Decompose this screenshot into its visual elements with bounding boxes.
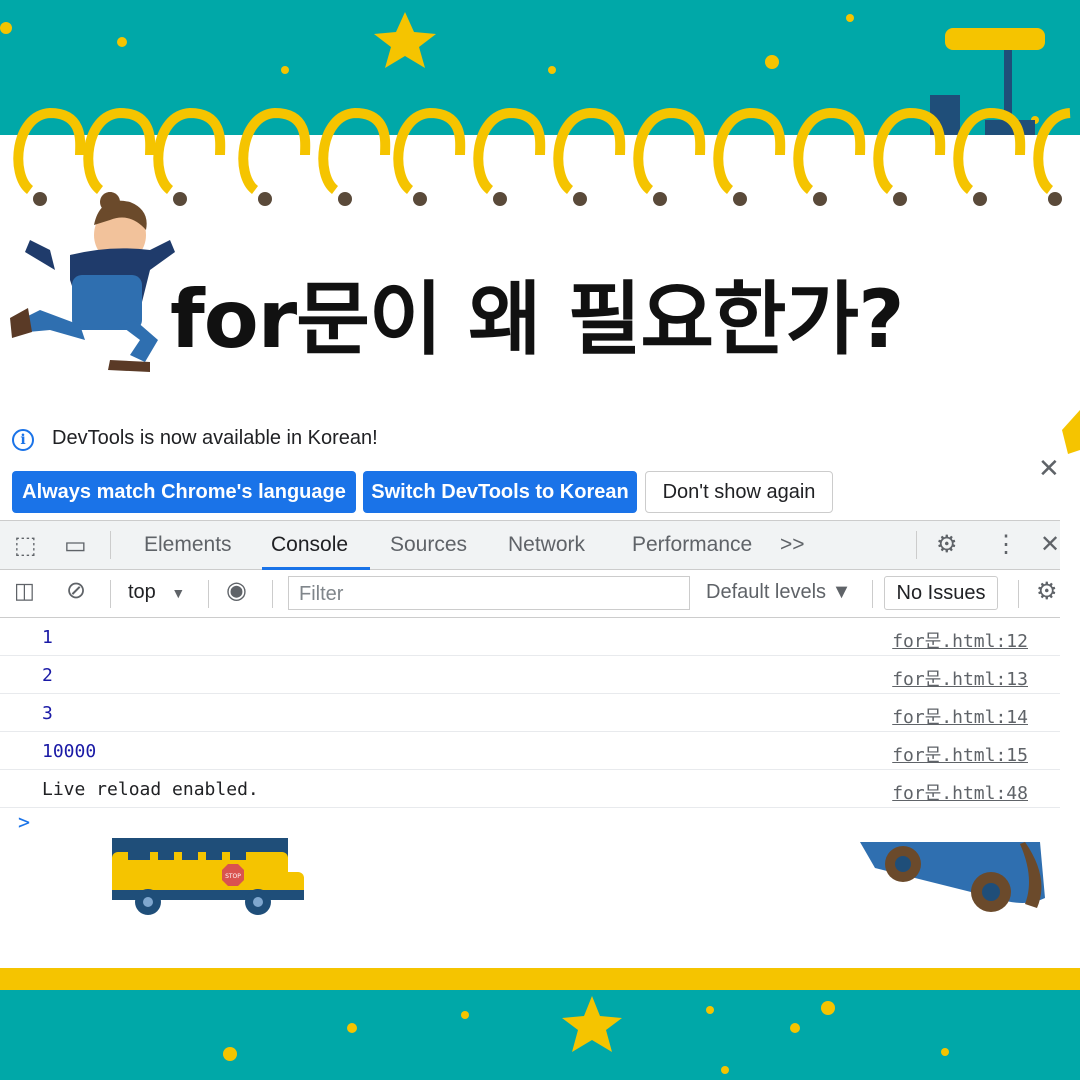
tab-performance[interactable]: Performance xyxy=(632,533,752,557)
close-icon[interactable]: ✕ xyxy=(1038,453,1060,484)
console-filterbar: ◫ ⊘ top ▼ ◉ Filter Default levels ▼ No I… xyxy=(0,570,1060,618)
console-prompt-icon[interactable]: > xyxy=(18,810,30,834)
star-icon xyxy=(562,996,622,1052)
eye-icon[interactable]: ◉ xyxy=(226,576,247,605)
close-devtools-icon[interactable]: ✕ xyxy=(1040,530,1060,559)
console-row: 3 for문.html:14 xyxy=(0,694,1060,732)
more-tabs-chevron-icon[interactable]: >> xyxy=(780,533,805,557)
log-value: 3 xyxy=(42,703,53,724)
more-options-icon[interactable]: ⋮ xyxy=(994,530,1018,559)
source-link[interactable]: for문.html:13 xyxy=(892,665,1028,691)
source-link[interactable]: for문.html:14 xyxy=(892,703,1028,729)
console-row: 2 for문.html:13 xyxy=(0,656,1060,694)
log-value: 1 xyxy=(42,627,53,648)
device-toolbar-icon[interactable]: ▭ xyxy=(64,531,87,560)
dropdown-arrow-icon: ▼ xyxy=(171,585,186,601)
source-link[interactable]: for문.html:15 xyxy=(892,741,1028,767)
dont-show-again-button[interactable]: Don't show again xyxy=(645,471,833,513)
context-selector[interactable]: top ▼ xyxy=(128,581,185,604)
cart-illustration xyxy=(860,842,1045,912)
log-value: 2 xyxy=(42,665,53,686)
log-value: Live reload enabled. xyxy=(42,779,259,800)
bottom-stripe xyxy=(0,968,1080,990)
infobar-message: DevTools is now available in Korean! xyxy=(52,427,378,449)
console-row: Live reload enabled. for문.html:48 xyxy=(0,770,1060,808)
context-label: top xyxy=(128,581,156,603)
filter-placeholder: Filter xyxy=(299,583,344,605)
star-icon xyxy=(374,12,436,68)
language-infobar: i DevTools is now available in Korean! A… xyxy=(0,415,1060,520)
always-match-language-button[interactable]: Always match Chrome's language xyxy=(12,471,356,513)
page-title: for문이 왜 필요한가? xyxy=(170,273,905,366)
settings-gear-icon[interactable]: ⚙ xyxy=(936,530,958,559)
devtools-panel: i DevTools is now available in Korean! A… xyxy=(0,415,1060,835)
issues-button[interactable]: No Issues xyxy=(884,576,998,610)
bottom-stars-decoration xyxy=(223,996,949,1074)
filter-input[interactable]: Filter xyxy=(288,576,690,610)
console-row: 10000 for문.html:15 xyxy=(0,732,1060,770)
edge-decoration xyxy=(1062,410,1080,454)
tab-console[interactable]: Console xyxy=(271,533,348,557)
switch-to-korean-button[interactable]: Switch DevTools to Korean xyxy=(363,471,637,513)
tab-elements[interactable]: Elements xyxy=(144,533,232,557)
source-link[interactable]: for문.html:48 xyxy=(892,779,1028,805)
console-log: 1 for문.html:12 2 for문.html:13 3 for문.htm… xyxy=(0,618,1060,834)
info-icon: i xyxy=(12,429,34,451)
console-row: 1 for문.html:12 xyxy=(0,618,1060,656)
inspect-element-icon[interactable]: ⬚ xyxy=(14,531,37,560)
log-levels-dropdown[interactable]: Default levels ▼ xyxy=(706,581,851,604)
clear-console-icon[interactable]: ⊘ xyxy=(66,576,86,605)
school-bus-illustration: STOP xyxy=(112,838,304,915)
running-child-illustration xyxy=(10,192,175,372)
stop-sign-text: STOP xyxy=(225,873,241,880)
log-value: 10000 xyxy=(42,741,97,762)
tab-network[interactable]: Network xyxy=(508,533,585,557)
console-settings-gear-icon[interactable]: ⚙ xyxy=(1036,577,1058,606)
tab-sources[interactable]: Sources xyxy=(390,533,467,557)
sidebar-toggle-icon[interactable]: ◫ xyxy=(14,578,35,604)
devtools-tabbar: ⬚ ▭ Elements Console Sources Network Per… xyxy=(0,520,1060,570)
source-link[interactable]: for문.html:12 xyxy=(892,627,1028,653)
